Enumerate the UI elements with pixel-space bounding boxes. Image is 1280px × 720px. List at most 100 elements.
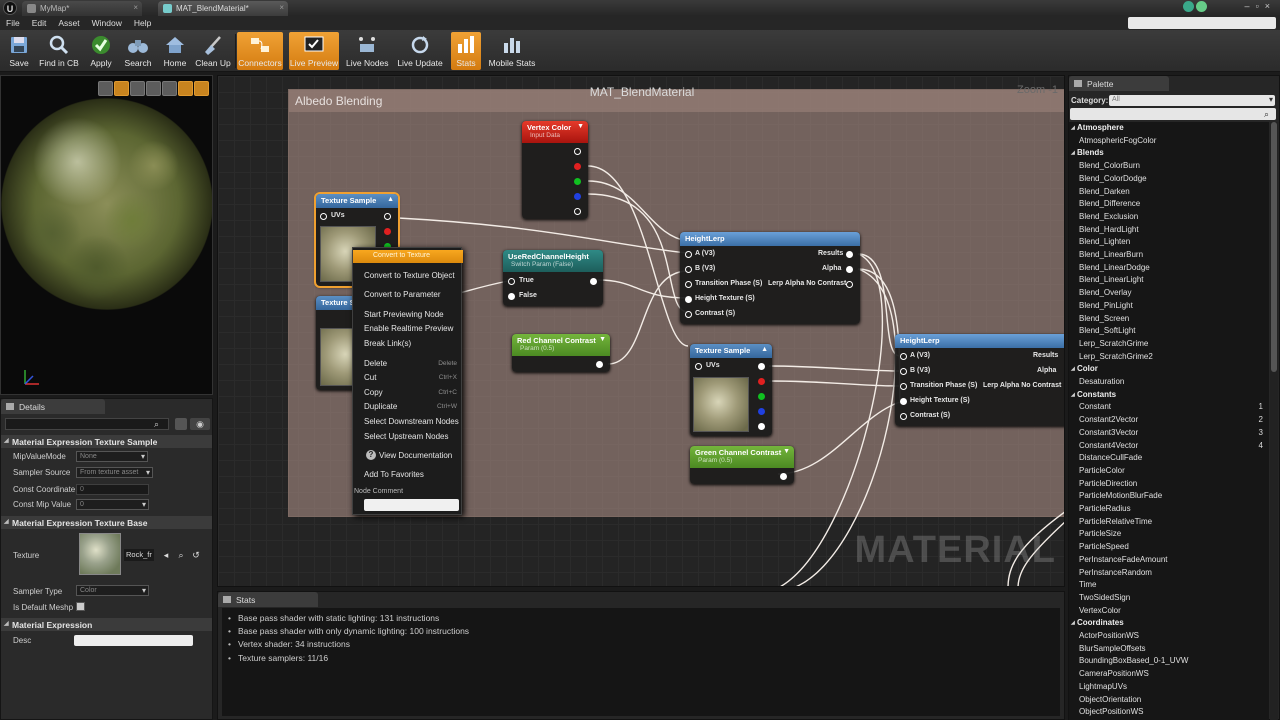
stats-button[interactable]: Stats [451, 32, 481, 70]
menu-item-cut[interactable]: Cut [364, 373, 376, 382]
palette-item[interactable]: Blend_ColorBurn [1069, 161, 1269, 174]
collapse-arrow-icon[interactable]: ▲ [387, 196, 394, 203]
palette-item[interactable]: ParticleSpeed [1069, 542, 1269, 555]
section-texture-sample[interactable]: Material Expression Texture Sample [1, 435, 212, 448]
output-pin[interactable] [846, 251, 853, 258]
menu-item-duplicate[interactable]: Duplicate [364, 402, 397, 411]
status-icon[interactable] [1196, 1, 1207, 12]
node-use-red-channel-height[interactable]: UseRedChannelHeight Switch Param (False)… [503, 250, 603, 306]
tab-mymap[interactable]: MyMap* × [22, 1, 142, 16]
menu-item-view-documentation[interactable]: View Documentation [379, 451, 452, 460]
live-update-button[interactable]: Live Update [396, 32, 444, 70]
output-pin-alpha[interactable] [574, 208, 581, 215]
browse-icon[interactable]: ⌕ [176, 550, 186, 560]
stats-tab[interactable]: Stats [218, 592, 318, 607]
live-preview-button[interactable]: Live Preview [289, 32, 339, 70]
menu-item-select-downstream[interactable]: Select Downstream Nodes [364, 417, 459, 426]
palette-item[interactable]: Constant4Vector 4 [1069, 441, 1269, 454]
palette-item[interactable]: Blend_Exclusion [1069, 212, 1269, 225]
output-pin[interactable] [596, 361, 603, 368]
palette-item[interactable]: LightmapUVs [1069, 682, 1269, 695]
eye-icon[interactable]: ◉ [190, 418, 210, 430]
mobile-stats-button[interactable]: Mobile Stats [487, 32, 537, 70]
node-height-lerp-1[interactable]: HeightLerp A (V3) B (V3) Transition Phas… [680, 232, 860, 324]
palette-category[interactable]: Color [1069, 364, 1269, 377]
palette-item[interactable]: Blend_LinearBurn [1069, 250, 1269, 263]
sampler-type-combo[interactable]: Color [76, 585, 149, 596]
texture-asset-combo[interactable]: Rock_fr [124, 549, 154, 561]
palette-item[interactable]: AtmosphericFogColor [1069, 136, 1269, 149]
grid-toggle-icon[interactable] [178, 81, 193, 96]
output-pin[interactable] [574, 148, 581, 155]
input-pin[interactable] [900, 398, 907, 405]
palette-category[interactable]: Blends [1069, 148, 1269, 161]
input-pin[interactable] [900, 353, 907, 360]
mesh-preview-icon[interactable] [162, 81, 177, 96]
material-graph[interactable]: Albedo Blending MAT_BlendMaterial Zoom -… [217, 75, 1065, 587]
menu-item-add-favorites[interactable]: Add To Favorites [364, 470, 424, 479]
palette-item[interactable]: PerInstanceFadeAmount [1069, 555, 1269, 568]
palette-item[interactable]: Blend_Lighten [1069, 237, 1269, 250]
output-pin-green[interactable] [574, 178, 581, 185]
node-green-channel-contrast[interactable]: Green Channel Contrast Param (0.5) ▼ [690, 446, 794, 484]
input-pin[interactable] [900, 413, 907, 420]
input-pin[interactable] [685, 311, 692, 318]
menu-item-select-upstream[interactable]: Select Upstream Nodes [364, 432, 448, 441]
palette-item[interactable]: PerInstanceRandom [1069, 568, 1269, 581]
palette-item[interactable]: ParticleRelativeTime [1069, 517, 1269, 530]
palette-item[interactable]: ActorPositionWS [1069, 631, 1269, 644]
input-pin[interactable] [900, 383, 907, 390]
menu-item-delete[interactable]: Delete [364, 359, 387, 368]
input-pin[interactable] [900, 368, 907, 375]
output-pin-blue[interactable] [758, 408, 765, 415]
close-icon[interactable]: × [279, 3, 284, 12]
connectors-button[interactable]: Connectors [237, 32, 283, 70]
home-button[interactable]: Home [160, 32, 190, 70]
output-pin-green[interactable] [758, 393, 765, 400]
desc-input[interactable] [74, 635, 193, 646]
window-controls[interactable]: –▫× [1245, 1, 1276, 11]
help-search-input[interactable] [1128, 17, 1276, 29]
source-control-icon[interactable] [1183, 1, 1194, 12]
tab-material[interactable]: MAT_BlendMaterial* × [158, 1, 288, 16]
node-red-channel-contrast[interactable]: Red Channel Contrast Param (0.5) ▼ [512, 334, 610, 372]
palette-item[interactable]: Constant 1 [1069, 402, 1269, 415]
output-pin[interactable] [384, 213, 391, 220]
palette-item[interactable]: Blend_Overlay [1069, 288, 1269, 301]
menu-item-break-links[interactable]: Break Link(s) [364, 339, 411, 348]
mip-value-mode-combo[interactable]: None [76, 451, 148, 462]
output-pin[interactable] [590, 278, 597, 285]
collapse-arrow-icon[interactable]: ▼ [577, 123, 584, 130]
palette-item[interactable]: ParticleSize [1069, 529, 1269, 542]
menu-item-copy[interactable]: Copy [364, 388, 383, 397]
details-tab[interactable]: Details [1, 399, 105, 414]
palette-item[interactable]: BoundingBoxBased_0-1_UVW [1069, 656, 1269, 669]
default-meshpaint-checkbox[interactable] [76, 602, 85, 611]
palette-scrollbar[interactable] [1270, 122, 1278, 720]
palette-item[interactable]: Blend_Screen [1069, 314, 1269, 327]
unreal-logo-icon[interactable]: U [3, 1, 17, 15]
collapse-arrow-icon[interactable]: ▼ [599, 336, 606, 343]
reset-icon[interactable]: ↺ [191, 550, 201, 560]
menu-window[interactable]: Window [86, 16, 128, 30]
palette-item[interactable]: ObjectPositionWS [1069, 707, 1269, 720]
palette-item[interactable]: Blend_LinearDodge [1069, 263, 1269, 276]
cube-preview-icon[interactable] [146, 81, 161, 96]
details-search-input[interactable] [5, 418, 169, 430]
palette-item[interactable]: Blend_HardLight [1069, 225, 1269, 238]
palette-tab[interactable]: Palette [1069, 76, 1169, 91]
palette-item[interactable]: DistanceCullFade [1069, 453, 1269, 466]
palette-category[interactable]: Coordinates [1069, 618, 1269, 631]
preview-viewport[interactable] [0, 75, 213, 395]
output-pin[interactable] [846, 266, 853, 273]
input-pin[interactable] [685, 281, 692, 288]
menu-edit[interactable]: Edit [26, 16, 53, 30]
palette-item[interactable]: Blend_SoftLight [1069, 326, 1269, 339]
output-pin[interactable] [780, 473, 787, 480]
palette-item[interactable]: VertexColor [1069, 606, 1269, 619]
output-pin[interactable] [846, 281, 853, 288]
input-pin[interactable] [685, 251, 692, 258]
close-icon[interactable]: × [133, 3, 138, 12]
grid-view-icon[interactable] [175, 418, 187, 430]
input-pin[interactable] [508, 278, 515, 285]
